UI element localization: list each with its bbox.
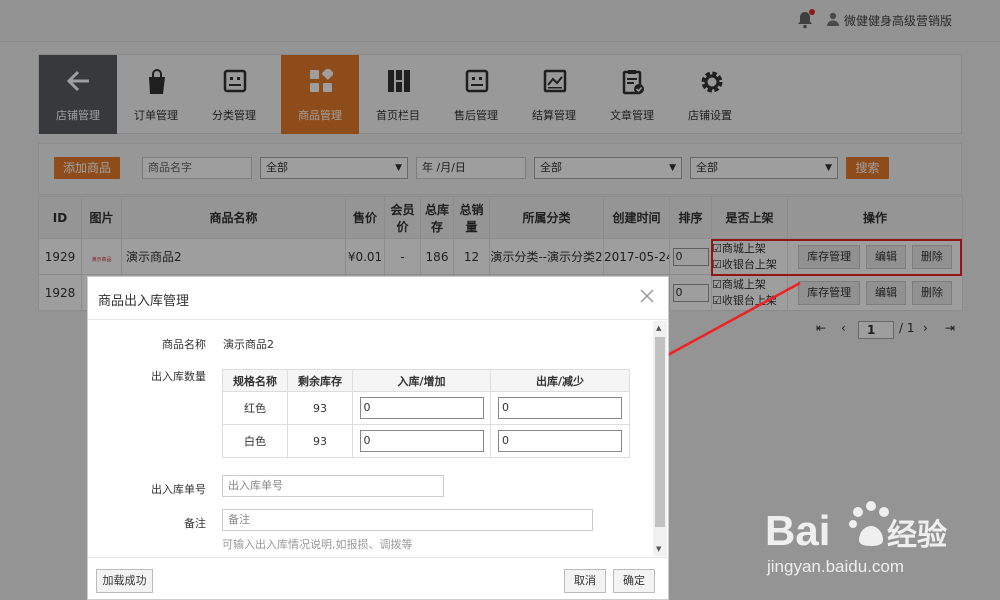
stock-in-input[interactable]: 0 (359, 430, 484, 452)
product-name-label: 商品名称 (162, 338, 206, 351)
in-cell: 0 (352, 391, 491, 425)
divider (88, 319, 668, 320)
table-row: 红色 93 0 0 (222, 391, 630, 425)
in-cell: 0 (352, 424, 491, 458)
close-icon[interactable] (638, 287, 656, 305)
stock-out-input[interactable]: 0 (498, 397, 622, 419)
out-cell: 0 (490, 424, 630, 458)
stock-in-input[interactable]: 0 (359, 397, 484, 419)
col-header: 入库/增加 (352, 369, 491, 392)
load-status-badge: 加载成功 (96, 569, 153, 593)
dialog-title: 商品出入库管理 (98, 294, 190, 309)
table-header: 规格名称 剩余库存 入库/增加 出库/减少 (222, 369, 630, 392)
stock-spec-table: 规格名称 剩余库存 入库/增加 出库/减少 红色 93 0 0 白色 93 0 … (222, 369, 630, 458)
scroll-up-icon[interactable]: ▲ (656, 324, 661, 332)
col-header: 剩余库存 (287, 369, 353, 392)
order-number-label: 出入库单号 (151, 483, 206, 496)
dialog-scrollbar[interactable]: ▲ ▼ (653, 321, 667, 556)
confirm-button[interactable]: 确定 (613, 569, 655, 593)
order-number-input[interactable]: 出入库单号 (222, 475, 444, 497)
note-hint: 可输入出入库情况说明,如报损、调拨等 (222, 538, 413, 551)
baidu-watermark: Bai 经验 jingyan.baidu.com (765, 490, 985, 590)
note-label: 备注 (184, 517, 206, 530)
col-header: 出库/减少 (490, 369, 630, 392)
watermark-brand-left: Bai (765, 507, 830, 554)
scroll-down-icon[interactable]: ▼ (656, 545, 661, 553)
stock-out-input[interactable]: 0 (498, 430, 622, 452)
table-row: 白色 93 0 0 (222, 424, 630, 458)
quantity-label: 出入库数量 (151, 370, 206, 383)
spec-name: 白色 (222, 424, 288, 458)
cancel-button[interactable]: 取消 (564, 569, 606, 593)
scroll-thumb[interactable] (655, 337, 665, 527)
spec-remaining: 93 (287, 391, 353, 425)
divider (88, 557, 668, 558)
stock-dialog: 商品出入库管理 商品名称 演示商品2 出入库数量 规格名称 剩余库存 入库/增加… (87, 276, 669, 600)
product-name-value: 演示商品2 (223, 338, 274, 351)
watermark-url: jingyan.baidu.com (766, 557, 904, 576)
note-input[interactable]: 备注 (222, 509, 593, 531)
col-header: 规格名称 (222, 369, 288, 392)
watermark-brand-right: 经验 (887, 518, 947, 553)
out-cell: 0 (490, 391, 630, 425)
spec-name: 红色 (222, 391, 288, 425)
spec-remaining: 93 (287, 424, 353, 458)
